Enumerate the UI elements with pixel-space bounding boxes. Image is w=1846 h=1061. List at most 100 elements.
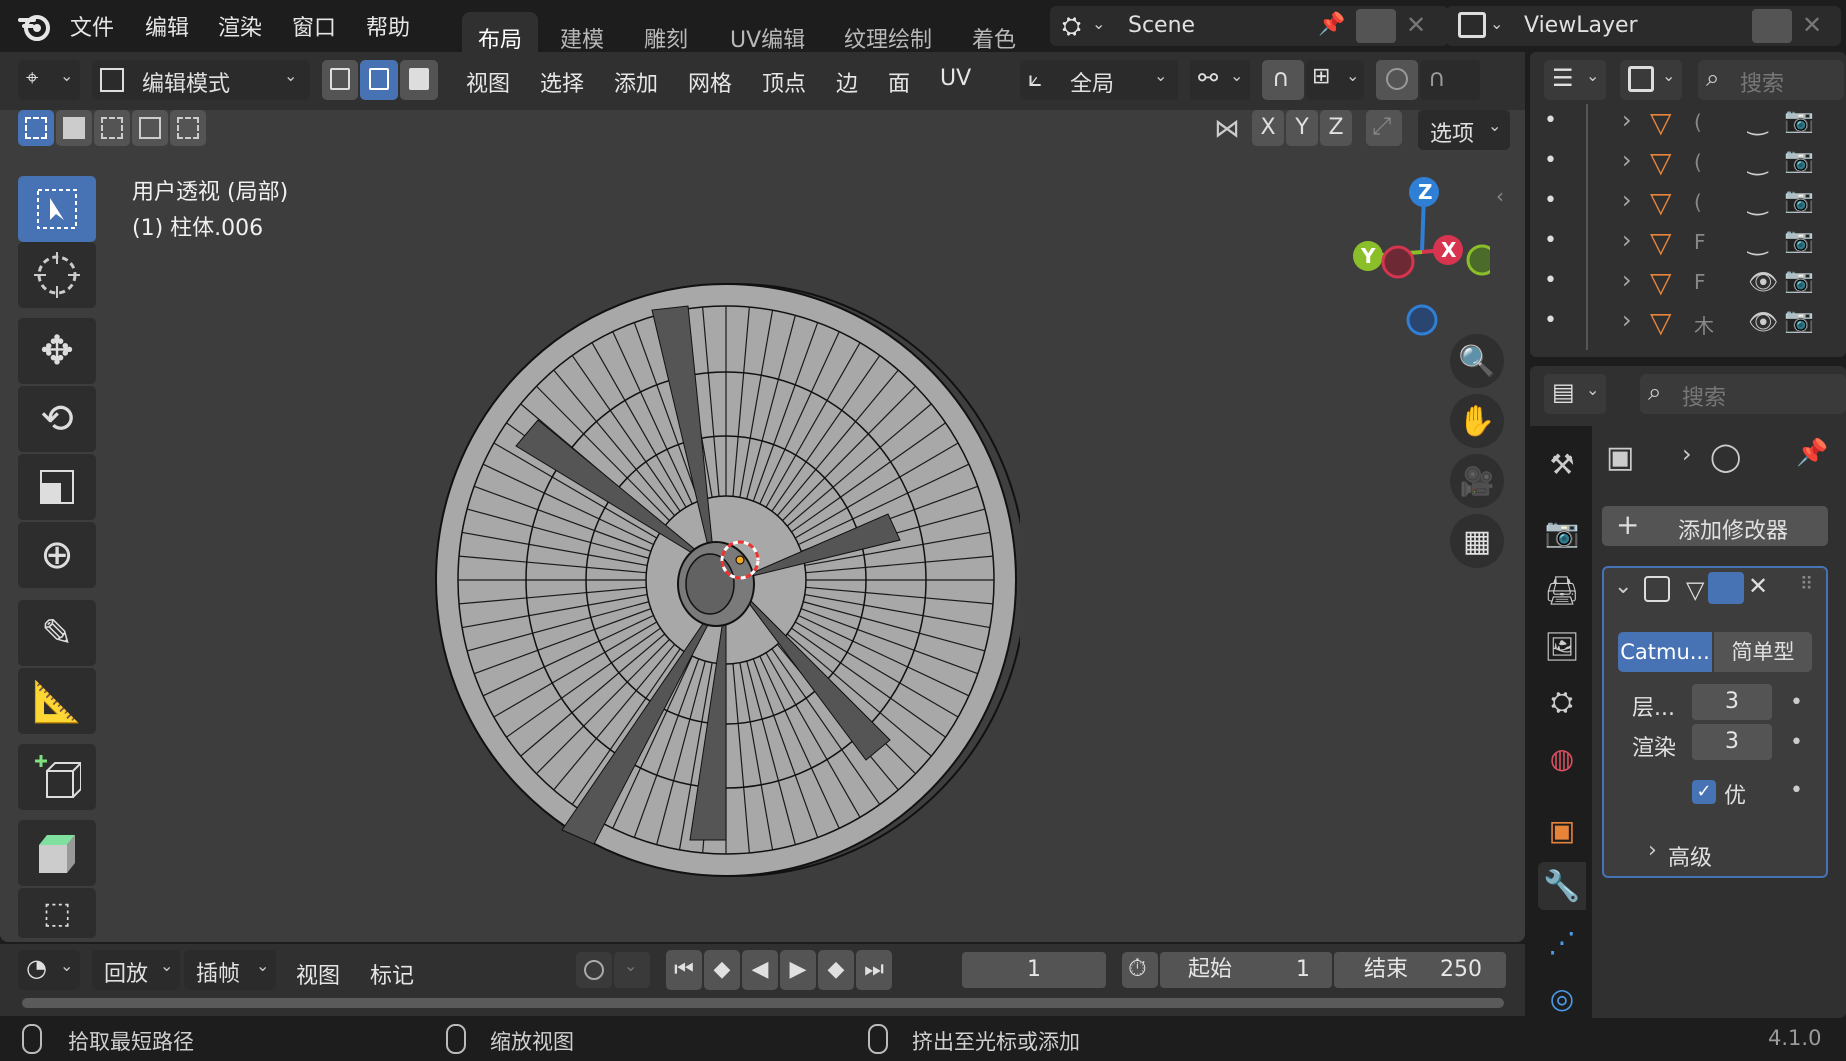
tool-extrude[interactable] [18, 820, 96, 886]
camera-render-icon[interactable]: 📷 [1784, 306, 1814, 334]
select-new-button[interactable] [18, 110, 54, 146]
tool-cursor[interactable] [18, 242, 96, 308]
tab-texture-paint[interactable]: 纹理绘制 [828, 12, 948, 53]
view-layer-selector[interactable]: ⌄ ViewLayer ✕ [1446, 6, 1841, 46]
menu-edit[interactable]: 编辑 [145, 10, 189, 42]
menu-window[interactable]: 窗口 [292, 10, 336, 42]
next-keyframe-button[interactable]: ◆ [818, 950, 854, 990]
levels-viewport-field[interactable]: 3 [1692, 684, 1772, 720]
object-name-letter[interactable]: 木 [1694, 310, 1714, 339]
camera-render-icon[interactable]: 📷 [1784, 266, 1814, 294]
camera-view-button[interactable]: 🎥 [1450, 454, 1504, 508]
auto-keying-toggle[interactable] [576, 952, 612, 988]
optimal-display-checkbox[interactable]: ✓ [1692, 780, 1716, 804]
navigation-gizmo[interactable]: Z X Y [1340, 172, 1490, 342]
tab-modifiers[interactable]: 🔧 [1538, 862, 1586, 910]
select-invert-button[interactable] [132, 110, 168, 146]
mirror-z-toggle[interactable]: Z [1320, 110, 1352, 146]
preview-range-toggle[interactable]: ⏱ [1122, 952, 1158, 988]
properties-search-input[interactable]: ⌕ 搜索 [1640, 374, 1846, 414]
tool-rotate[interactable]: ⟲ [18, 386, 96, 452]
menu-mesh[interactable]: 网格 [688, 66, 732, 98]
zoom-button[interactable]: 🔍 [1450, 334, 1504, 388]
tab-layout[interactable]: 布局 [462, 12, 539, 53]
menu-vertex[interactable]: 顶点 [762, 66, 806, 98]
camera-render-icon[interactable]: 📷 [1784, 106, 1814, 134]
outliner-search-input[interactable]: ⌕ 搜索 [1698, 60, 1844, 100]
properties-editor-type[interactable]: ▤ ⌄ [1544, 374, 1606, 414]
jump-end-button[interactable]: ⏭ [856, 950, 892, 990]
frame-start-field[interactable]: 起始 1 [1160, 952, 1332, 988]
eye-closed-icon[interactable]: ‿ [1748, 188, 1767, 216]
3d-cursor-icon[interactable] [716, 536, 764, 584]
sidebar-toggle-icon[interactable]: ‹ [1496, 184, 1504, 208]
tool-move[interactable]: ✥ [18, 318, 96, 384]
tool-measure[interactable]: 📐 [18, 668, 96, 734]
pin-icon[interactable]: 📌 [1796, 438, 1828, 468]
close-icon[interactable]: ✕ [1802, 11, 1822, 39]
tool-scale[interactable] [18, 454, 96, 520]
outliner-row[interactable]: • › ▽ 木 👁 📷 [1530, 304, 1846, 344]
object-name-letter[interactable]: ( [1694, 190, 1702, 214]
chevron-right-icon[interactable]: › [1622, 106, 1632, 134]
keyframe-dot-icon[interactable]: • [1790, 778, 1803, 803]
chevron-right-icon[interactable]: › [1622, 226, 1632, 254]
new-scene-icon[interactable] [1356, 9, 1396, 43]
drag-handle-icon[interactable]: ⠿ [1800, 574, 1813, 595]
chevron-right-icon[interactable]: › [1622, 146, 1632, 174]
collapse-icon[interactable]: ⌄ [1614, 574, 1632, 599]
outliner-row[interactable]: • › ▽ F 👁 📷 [1530, 264, 1846, 304]
restrict-select-dot-icon[interactable]: • [1544, 268, 1557, 293]
edit-mode-display-icon[interactable]: ▽ [1686, 576, 1704, 604]
outliner-row[interactable]: • › ▽ (‿ 📷 [1530, 144, 1846, 184]
tab-physics[interactable]: ◎ [1538, 974, 1586, 1022]
tab-scene[interactable]: ⛭ [1538, 678, 1586, 726]
menu-render[interactable]: 渲染 [218, 10, 262, 42]
menu-select[interactable]: 选择 [540, 66, 584, 98]
close-icon[interactable]: ✕ [1748, 572, 1768, 600]
options-dropdown[interactable]: 选项 ⌄ [1418, 110, 1510, 150]
timeline-scrollbar[interactable] [22, 998, 1504, 1008]
tab-uv-editing[interactable]: UV编辑 [714, 12, 821, 53]
current-frame-field[interactable]: 1 [962, 952, 1106, 988]
playback-menu[interactable]: 回放 ⌄ [92, 950, 180, 990]
outliner-row[interactable]: • › ▽ (‿ 📷 [1530, 104, 1846, 144]
menu-edge[interactable]: 边 [836, 66, 858, 98]
keying-menu[interactable]: 插帧 ⌄ [184, 950, 276, 990]
viewport-display-icon[interactable] [1708, 572, 1744, 604]
face-select-button[interactable] [400, 60, 438, 100]
restrict-select-dot-icon[interactable]: • [1544, 228, 1557, 253]
eye-closed-icon[interactable]: ‿ [1748, 108, 1767, 136]
tool-inset[interactable]: ⬚ [18, 888, 96, 938]
tab-world[interactable]: ◍ [1538, 734, 1586, 782]
tab-particles[interactable]: ⋰ [1538, 918, 1586, 966]
camera-render-icon[interactable]: 📷 [1784, 226, 1814, 254]
keyframe-dot-icon[interactable]: • [1790, 730, 1803, 755]
new-view-layer-icon[interactable] [1752, 9, 1792, 43]
mirror-y-toggle[interactable]: Y [1286, 110, 1318, 146]
snap-target-selector[interactable]: ⊞ ⌄ [1306, 60, 1364, 100]
eye-icon[interactable]: 👁 [1748, 268, 1778, 296]
menu-file[interactable]: 文件 [70, 10, 114, 42]
object-name-letter[interactable]: F [1694, 270, 1706, 294]
edge-select-button[interactable] [360, 60, 398, 100]
render-levels-field[interactable]: 3 [1692, 724, 1772, 760]
timeline-editor-type[interactable]: ◔ ⌄ [18, 950, 80, 990]
mirror-icon[interactable]: ⋈ [1214, 114, 1240, 144]
tool-annotate[interactable]: ✎ [18, 600, 96, 666]
play-reverse-button[interactable]: ◀ [742, 950, 778, 990]
pan-button[interactable]: ✋ [1450, 394, 1504, 448]
select-intersect-button[interactable] [170, 110, 206, 146]
select-extend-button[interactable] [56, 110, 92, 146]
outliner-row[interactable]: • › ▽ F ‿ 📷 [1530, 224, 1846, 264]
outliner-editor-type[interactable]: ☰ ⌄ [1544, 60, 1606, 100]
jump-start-button[interactable]: ⏮ [666, 950, 702, 990]
tab-sculpting[interactable]: 雕刻 [628, 12, 704, 53]
tool-add-cube[interactable] [18, 744, 96, 810]
view-layer-name[interactable]: ViewLayer [1524, 13, 1638, 38]
proportional-edit-toggle[interactable] [1376, 60, 1418, 100]
tool-transform[interactable]: ⊕ [18, 522, 96, 588]
object-name-letter[interactable]: ( [1694, 110, 1702, 134]
timeline-marker-menu[interactable]: 标记 [370, 958, 414, 990]
snap-toggle[interactable]: ∩ [1262, 60, 1304, 100]
